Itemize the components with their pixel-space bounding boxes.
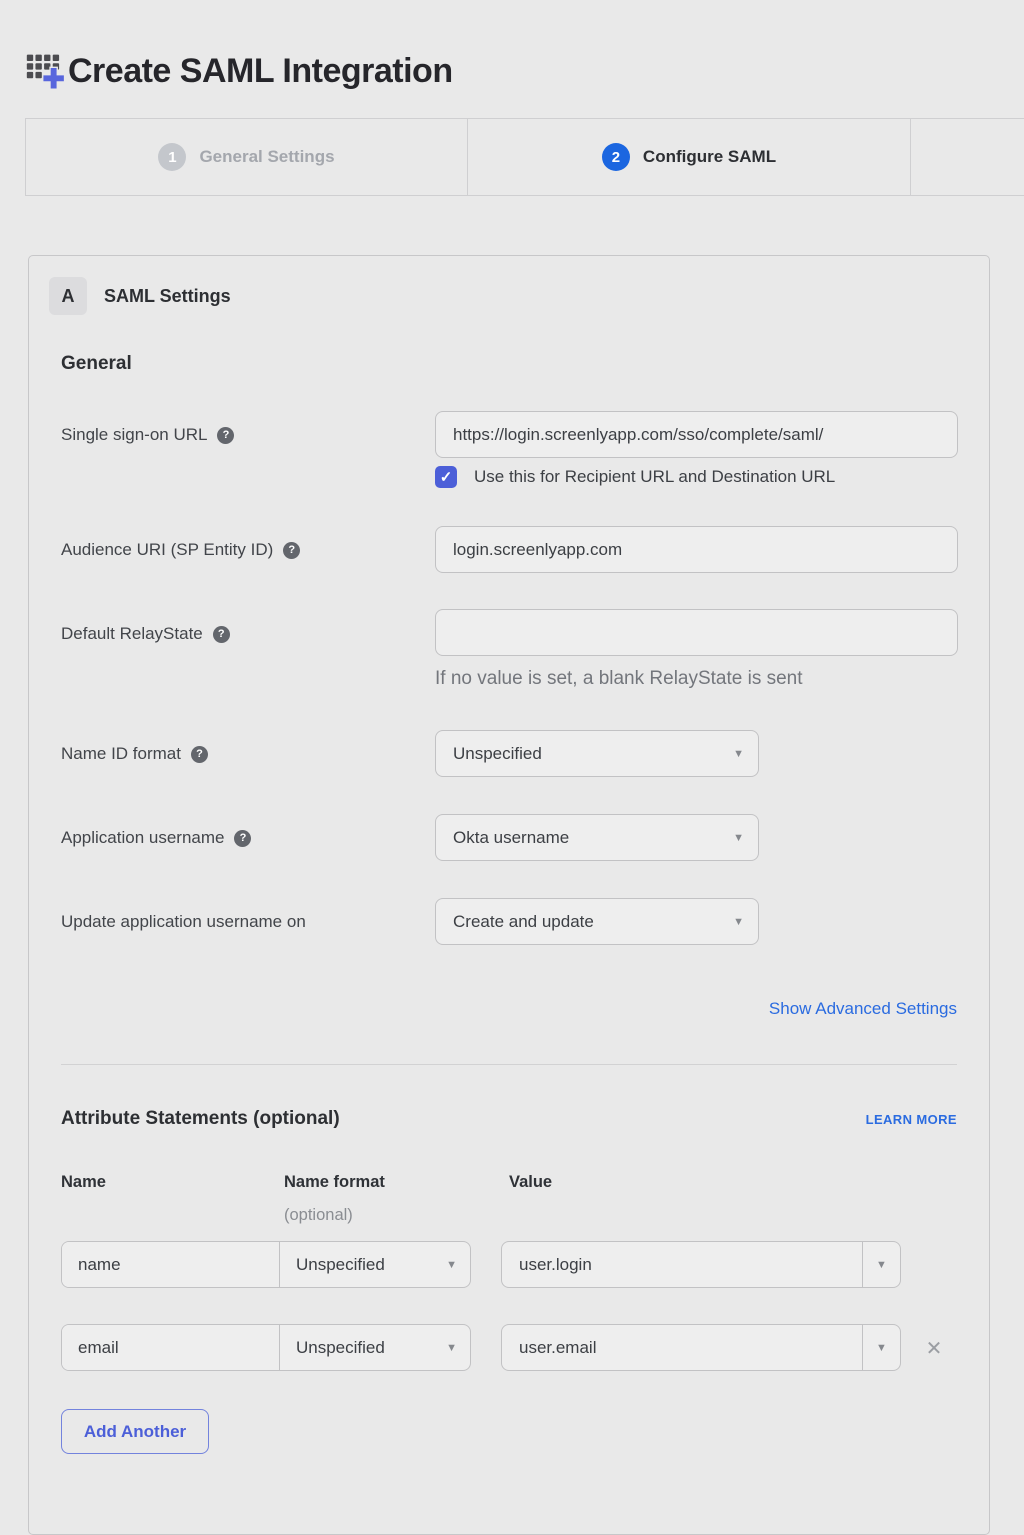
col-header-name: Name [61,1173,106,1192]
sso-url-help-icon[interactable]: ? [217,427,234,444]
learn-more-link[interactable]: LEARN MORE [866,1112,957,1127]
attr-name-input[interactable] [62,1242,280,1287]
chevron-down-icon: ▼ [733,916,744,928]
attr-value-combobox[interactable]: user.email ▼ [501,1324,901,1371]
relay-state-help-icon[interactable]: ? [213,626,230,643]
step-1-label: General Settings [199,147,334,167]
add-application-icon [25,50,65,92]
step-2-circle: 2 [602,143,630,171]
saml-settings-panel: A SAML Settings General Single sign-on U… [28,255,990,1535]
col-header-optional: (optional) [284,1206,353,1225]
chevron-down-icon[interactable]: ▼ [862,1325,900,1370]
tab-next-partial [911,119,1024,195]
attr-format-select[interactable]: Unspecified ▼ [280,1242,470,1287]
name-id-format-select[interactable]: Unspecified ▼ [435,730,759,777]
col-header-name-format: Name format [284,1173,385,1192]
audience-uri-input[interactable] [435,526,958,573]
panel-heading: SAML Settings [104,286,231,307]
chevron-down-icon: ▼ [733,832,744,844]
attr-value-combobox[interactable]: user.login ▼ [501,1241,901,1288]
update-username-select[interactable]: Create and update ▼ [435,898,759,945]
chevron-down-icon: ▼ [446,1259,457,1271]
page-header: Create SAML Integration [25,50,453,92]
recipient-url-checkbox-label: Use this for Recipient URL and Destinati… [474,467,835,487]
show-advanced-settings-link[interactable]: Show Advanced Settings [769,999,957,1019]
chevron-down-icon: ▼ [446,1342,457,1354]
page-title: Create SAML Integration [68,52,453,91]
remove-row-icon[interactable]: ✕ [920,1334,948,1362]
tab-general-settings[interactable]: 1 General Settings [26,119,468,195]
relay-state-helper-text: If no value is set, a blank RelayState i… [435,668,803,690]
section-a-badge: A [49,277,87,315]
attribute-row: Unspecified ▼ [61,1241,471,1288]
wizard-steps: 1 General Settings 2 Configure SAML [25,118,1024,196]
step-1-circle: 1 [158,143,186,171]
tab-configure-saml[interactable]: 2 Configure SAML [468,119,911,195]
app-username-help-icon[interactable]: ? [234,830,251,847]
app-username-select[interactable]: Okta username ▼ [435,814,759,861]
general-section-heading: General [61,353,132,375]
chevron-down-icon[interactable]: ▼ [862,1242,900,1287]
relay-state-input[interactable] [435,609,958,656]
name-id-format-label: Name ID format ? [61,744,208,764]
attr-name-input[interactable] [62,1325,280,1370]
attribute-row: Unspecified ▼ [61,1324,471,1371]
attr-format-select[interactable]: Unspecified ▼ [280,1325,470,1370]
app-username-label: Application username ? [61,828,251,848]
add-another-button[interactable]: Add Another [61,1409,209,1454]
sso-url-label: Single sign-on URL ? [61,425,234,445]
section-divider [61,1064,957,1065]
col-header-value: Value [509,1173,552,1192]
audience-uri-help-icon[interactable]: ? [283,542,300,559]
recipient-url-checkbox[interactable]: ✓ [435,466,457,488]
step-2-label: Configure SAML [643,147,776,167]
chevron-down-icon: ▼ [733,748,744,760]
recipient-url-checkbox-row: ✓ Use this for Recipient URL and Destina… [435,466,835,488]
name-id-format-help-icon[interactable]: ? [191,746,208,763]
update-username-label: Update application username on [61,912,306,932]
relay-state-label: Default RelayState ? [61,624,230,644]
sso-url-input[interactable] [435,411,958,458]
audience-uri-label: Audience URI (SP Entity ID) ? [61,540,300,560]
attribute-statements-heading: Attribute Statements (optional) [61,1108,340,1130]
